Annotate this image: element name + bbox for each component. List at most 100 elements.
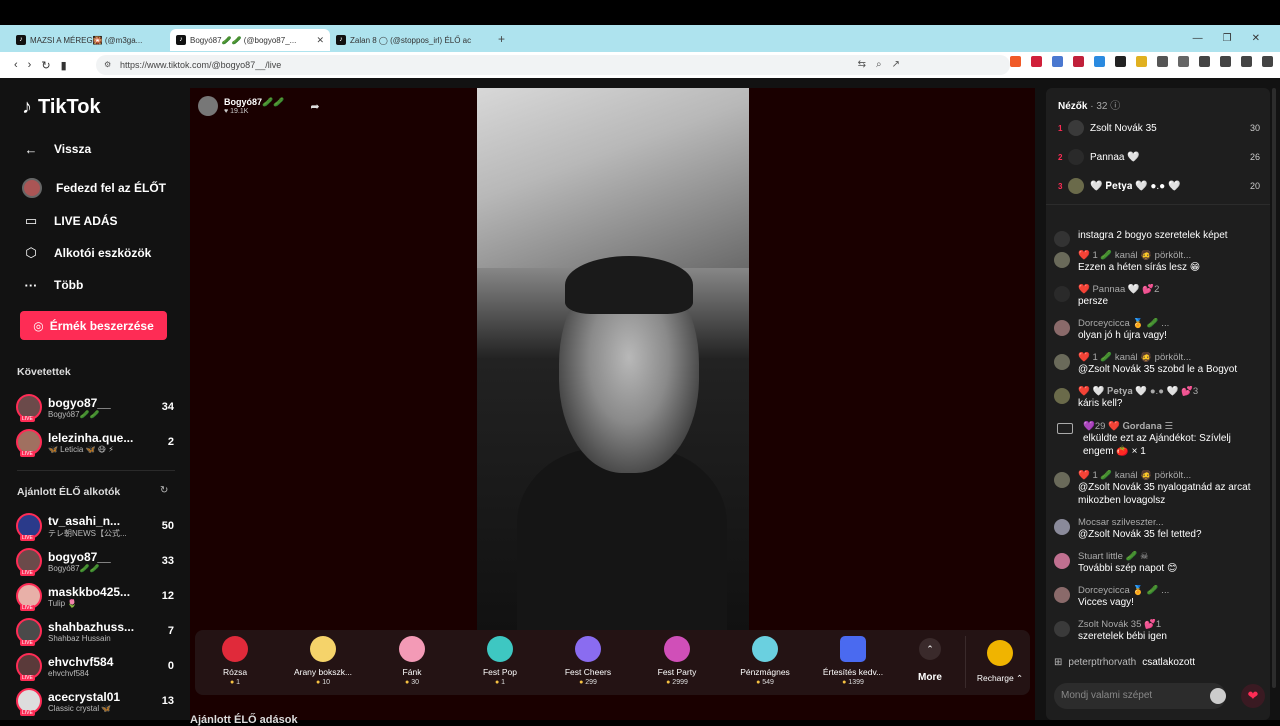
message-user[interactable]: Dorceycicca 🏅 🥒 ... <box>1078 318 1264 329</box>
chat-panel: Nézők · 32 ⓘ 1 Zsolt Novák 35 30 2 Panna… <box>1046 88 1270 720</box>
gift-item[interactable]: Fest Pop ● 1 <box>460 636 540 686</box>
recommended-item[interactable]: LIVE maskkbo425... Tulip 🌷 12 <box>16 581 174 611</box>
nav-back[interactable]: ← Vissza <box>22 140 92 158</box>
reload-icon[interactable]: ↻ <box>41 59 50 72</box>
rewards-icon[interactable] <box>1031 56 1042 67</box>
new-tab-icon[interactable]: + <box>498 32 505 46</box>
message-user[interactable]: Zsolt Novák 35 💕1 <box>1078 619 1264 630</box>
bookmark-icon[interactable]: ▮ <box>61 59 67 72</box>
message-user[interactable]: 💜29 ❤️ 𝐆𝐨𝐫𝐝𝐚𝐧𝐚 ☰ <box>1083 421 1264 432</box>
message-text: @Zsolt Novák 35 szobd le a Bogyot <box>1078 364 1238 375</box>
wallet-icon[interactable] <box>1241 56 1252 67</box>
following-item[interactable]: LIVE lelezinha.que... 🦋 Leticia 🦋 😷 ⚡ 2 <box>16 427 174 457</box>
share-icon[interactable]: ↗ <box>892 59 900 70</box>
refresh-icon[interactable]: ↻ <box>160 485 168 496</box>
chat-input[interactable]: Mondj valami szépet <box>1054 683 1226 709</box>
back-icon[interactable]: ‹ <box>14 59 18 72</box>
message-text: Ezzen a héten sírás lesz 😁 <box>1078 262 1201 273</box>
tab-close-icon[interactable]: ✕ <box>316 35 324 46</box>
nav-label: Fedezd fel az ÉLŐT <box>56 181 167 195</box>
emoji-icon[interactable] <box>1210 688 1226 704</box>
nav-more[interactable]: ··· Több <box>22 276 84 294</box>
extension-icon[interactable] <box>1073 56 1084 67</box>
maximize-icon[interactable]: ❐ <box>1223 33 1232 44</box>
account-name: ehvchvf584 <box>48 654 114 669</box>
avatar <box>1068 178 1084 194</box>
gift-name: Fest Pop <box>482 667 518 677</box>
gift-name: Arany bokszk... <box>293 667 353 677</box>
extension-icon[interactable] <box>1094 56 1105 67</box>
gift-item[interactable]: Arany bokszk... ● 10 <box>283 636 363 686</box>
share-arrow-icon[interactable]: ➦ <box>310 100 319 113</box>
gift-item[interactable]: Értesítés kedv... ● 1399 <box>813 636 893 686</box>
top-viewer[interactable]: 2 Pannaa 🤍 26 <box>1058 147 1260 167</box>
more-gifts-button[interactable]: ⌃ More <box>915 638 945 683</box>
extension-icon[interactable] <box>1115 56 1126 67</box>
chat-placeholder: Mondj valami szépet <box>1061 690 1153 701</box>
scrollbar[interactable] <box>1272 88 1276 688</box>
heart-icon[interactable]: ❤ <box>1241 684 1265 708</box>
streamer-name[interactable]: Bogyó87🥒🥒 <box>224 97 284 108</box>
recommended-item[interactable]: LIVE tv_asahi_n... テレ朝NEWS【公式... 50 <box>16 511 174 541</box>
tiktok-logo[interactable]: ♪ TikTok <box>22 96 101 119</box>
gift-item[interactable]: Fest Party ● 2999 <box>637 636 717 686</box>
message-user[interactable]: ❤️ 1 🥒 kanál 🧔 pörkölt... <box>1078 250 1264 261</box>
browser-tab-3[interactable]: ♪ Zalan 8 ◯ (@stoppos_irl) ÉLŐ ac <box>330 29 490 51</box>
extension-icon[interactable] <box>1157 56 1168 67</box>
gift-item[interactable]: Fest Cheers ● 299 <box>548 636 628 686</box>
site-info-icon[interactable]: ⚙ <box>104 60 114 70</box>
minimize-icon[interactable]: — <box>1193 33 1203 44</box>
avatar <box>1054 252 1070 268</box>
account-text: acecrystal01 Classic crystal 🦋 <box>48 690 144 713</box>
message-user[interactable]: ❤️ 🤍 𝐏𝐞𝐭𝐲𝐚 🤍 ●.● 🤍 💕3 <box>1078 386 1264 397</box>
sidebar-icon[interactable] <box>1220 56 1231 67</box>
extension-icon[interactable] <box>1178 56 1189 67</box>
gift-item[interactable]: Rózsa ● 1 <box>195 636 275 686</box>
message-user[interactable]: ❤️ 1 🥒 kanál 🧔 pörkölt... <box>1078 352 1264 363</box>
message-user[interactable]: Stuart little 🥒 ☠ <box>1078 551 1264 562</box>
extension-icon[interactable] <box>1136 56 1147 67</box>
recommended-item[interactable]: LIVE ehvchvf584 ehvchvf584 0 <box>16 651 174 681</box>
nav-explore-live[interactable]: Fedezd fel az ÉLŐT <box>22 178 166 198</box>
recommended-item[interactable]: LIVE acecrystal01 Classic crystal 🦋 13 <box>16 686 174 716</box>
coin-icon: ◎ <box>33 318 44 333</box>
browser-tab-2[interactable]: ♪ Bogyó87🥒🥒 (@bogyo87_... ✕ <box>170 29 330 51</box>
avatar <box>1054 553 1070 569</box>
message-text: olyan jó h újra vagy! <box>1078 330 1167 341</box>
nav-go-live[interactable]: ▭ LIVE ADÁS <box>22 212 118 230</box>
nav-creator-tools[interactable]: ⬡ Alkotói eszközök <box>22 244 151 262</box>
zoom-icon[interactable]: ⌕ <box>876 59 882 70</box>
brave-shield-icon[interactable] <box>1010 56 1021 67</box>
message-body: ❤️ 1 🥒 kanál 🧔 pörkölt... @Zsolt Novák 3… <box>1078 352 1264 376</box>
recharge-button[interactable]: Recharge ⌃ <box>970 640 1030 684</box>
streamer-avatar[interactable] <box>198 96 218 116</box>
gift-item[interactable]: Pénzmágnes ● 549 <box>725 636 805 686</box>
forward-icon[interactable]: › <box>28 59 32 72</box>
avatar: LIVE <box>16 688 42 716</box>
url-field[interactable]: ⚙ https://www.tiktok.com/@bogyo87__/live… <box>96 55 1010 75</box>
recommended-item[interactable]: LIVE bogyo87__ Bogyó87🥒🥒 33 <box>16 546 174 576</box>
extension-icon[interactable] <box>1052 56 1063 67</box>
music-icon[interactable] <box>1199 56 1210 67</box>
browser-tab-1[interactable]: ♪ MAZSI A MÉREG🎇 (@m3ga... <box>10 29 170 51</box>
viewer-count: 34 <box>161 401 174 413</box>
gift-item[interactable]: Fánk ● 30 <box>372 636 452 686</box>
message-user[interactable]: Dorceycicca 🏅 🥒 ... <box>1078 585 1264 596</box>
download-icon[interactable] <box>1262 56 1273 67</box>
following-item[interactable]: LIVE bogyo87__ Bogyó87🥒🥒 34 <box>16 392 174 422</box>
get-coins-button[interactable]: ◎ Érmék beszerzése <box>20 311 167 340</box>
top-viewer[interactable]: 3 🤍 𝐏𝐞𝐭𝐲𝐚 🤍 ●.● 🤍 20 <box>1058 176 1260 196</box>
joined-user[interactable]: peterptrhorvath <box>1068 657 1136 668</box>
top-viewer[interactable]: 1 Zsolt Novák 35 30 <box>1058 118 1260 138</box>
message-user[interactable]: Mocsar szilveszter... <box>1078 517 1264 528</box>
translate-icon[interactable]: ⇆ <box>858 59 866 70</box>
message-user[interactable]: ❤️ 1 🥒 kanál 🧔 pörkölt... <box>1078 470 1264 481</box>
recommended-item[interactable]: LIVE shahbazhuss... Shahbaz Hussain 7 <box>16 616 174 646</box>
live-video[interactable] <box>477 88 749 630</box>
message-user[interactable]: ❤️ Pannaa 🤍 💕2 <box>1078 284 1264 295</box>
close-window-icon[interactable]: ✕ <box>1252 33 1260 44</box>
viewer-count: 2 <box>167 436 174 448</box>
info-icon[interactable]: ⓘ <box>1110 101 1120 112</box>
account-text: bogyo87__ Bogyó87🥒🥒 <box>48 550 144 573</box>
tab-title: Zalan 8 ◯ (@stoppos_irl) ÉLŐ ac <box>350 35 472 45</box>
